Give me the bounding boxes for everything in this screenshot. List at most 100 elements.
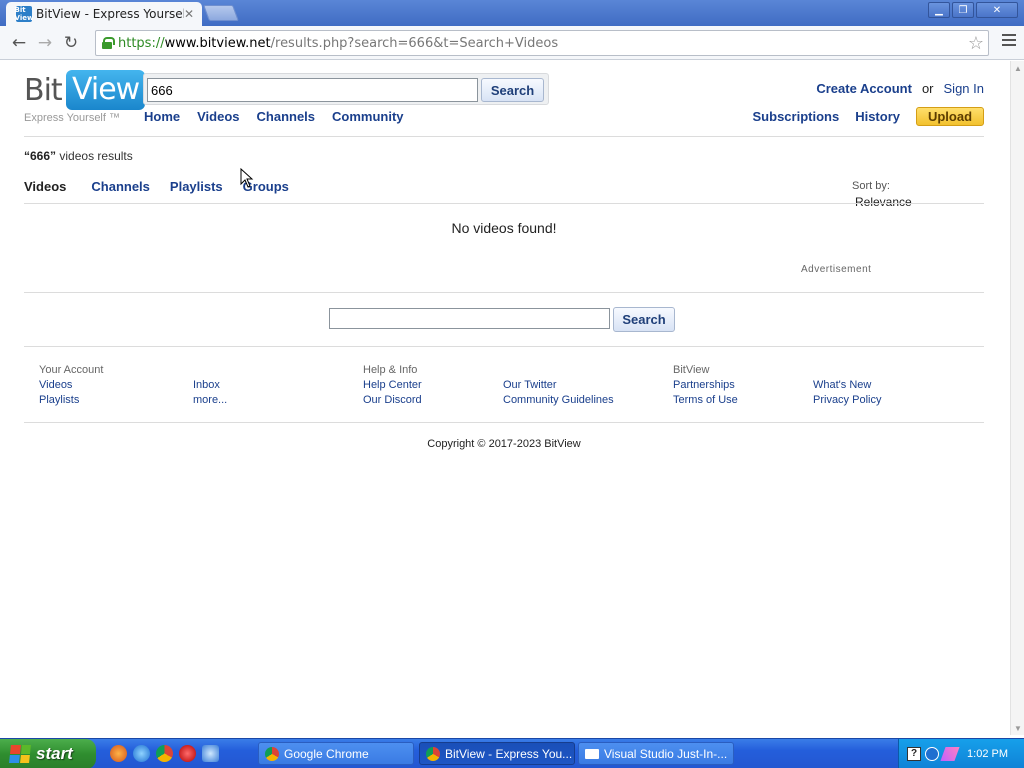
- footer-top-divider: [24, 346, 984, 347]
- history-link[interactable]: History: [855, 109, 900, 124]
- footer-link-partnerships[interactable]: Partnerships: [673, 378, 738, 393]
- page-scrollbar[interactable]: ▲ ▼: [1010, 61, 1024, 735]
- footer-link-videos[interactable]: Videos: [39, 378, 103, 393]
- copyright-text: Copyright © 2017-2023 BitView: [427, 438, 581, 450]
- bottom-search-button[interactable]: Search: [613, 307, 675, 332]
- start-label: start: [36, 744, 73, 763]
- tab-close-icon[interactable]: ✕: [184, 7, 194, 21]
- system-tray: ? 1:02 PM: [898, 739, 1024, 768]
- scroll-up-icon[interactable]: ▲: [1011, 61, 1024, 75]
- results-suffix: videos results: [59, 149, 133, 163]
- bitview-favicon-icon: Bit View: [14, 6, 34, 22]
- bitview-logo[interactable]: Bit View Express Yourself ™: [24, 69, 146, 125]
- start-button[interactable]: start: [0, 739, 96, 768]
- footer-link-guidelines[interactable]: Community Guidelines: [503, 393, 614, 408]
- taskbar-item-visual-studio[interactable]: Visual Studio Just-In-...: [578, 742, 734, 765]
- clock: 1:02 PM: [967, 748, 1008, 760]
- reload-icon[interactable]: ↻: [58, 30, 84, 56]
- upload-button[interactable]: Upload: [916, 107, 984, 126]
- pen-icon[interactable]: [940, 747, 960, 761]
- nav-home[interactable]: Home: [144, 109, 180, 124]
- results-heading: “666” videos results: [24, 149, 133, 163]
- restore-icon[interactable]: ❐: [952, 2, 974, 18]
- footer-account-col1: Your Account Videos Playlists: [39, 363, 103, 408]
- user-nav: Subscriptions History Upload: [753, 107, 984, 126]
- results-divider: [24, 292, 984, 293]
- window-icon: [585, 748, 599, 759]
- chrome-icon: [265, 746, 279, 761]
- footer-link-playlists[interactable]: Playlists: [39, 393, 103, 408]
- footer-link-privacy[interactable]: Privacy Policy: [813, 393, 881, 408]
- footer-bitview-col1: BitView Partnerships Terms of Use: [673, 363, 738, 408]
- address-bar[interactable]: https:// www.bitview.net /results.php?se…: [95, 30, 989, 56]
- help-icon[interactable]: ?: [907, 747, 921, 761]
- footer-help-col2: Our Twitter Community Guidelines: [503, 378, 614, 408]
- tabs-divider: [24, 203, 984, 204]
- task-label: Visual Studio Just-In-...: [604, 746, 728, 761]
- internet-explorer-icon[interactable]: [133, 745, 150, 762]
- page-viewport: Bit View Express Yourself ™ Search Home …: [0, 61, 1024, 735]
- logo-tagline: Express Yourself ™: [24, 112, 120, 124]
- logo-bit-text: Bit: [24, 73, 63, 108]
- footer-heading-help: Help & Info: [363, 364, 418, 376]
- nav-videos[interactable]: Videos: [197, 109, 239, 124]
- results-query: “666”: [24, 149, 57, 163]
- opera-icon[interactable]: [179, 745, 196, 762]
- search-button[interactable]: Search: [481, 78, 544, 102]
- url-scheme: https://: [118, 35, 165, 51]
- sign-in-link[interactable]: Sign In: [944, 81, 984, 96]
- tray-arrow-icon[interactable]: [925, 747, 939, 761]
- bottom-search-input[interactable]: [329, 308, 610, 329]
- footer-link-inbox[interactable]: Inbox: [193, 378, 227, 393]
- logo-view-text: View: [66, 70, 146, 110]
- sort-label: Sort by:: [852, 180, 890, 192]
- footer-heading-bitview: BitView: [673, 364, 710, 376]
- quick-launch: [110, 745, 219, 762]
- footer-heading-account: Your Account: [39, 364, 104, 376]
- url-host: www.bitview.net: [164, 35, 271, 51]
- windows-flag-icon: [9, 745, 31, 763]
- firefox-icon[interactable]: [110, 745, 127, 762]
- chrome-icon[interactable]: [156, 745, 173, 762]
- footer-bitview-col2: What's New Privacy Policy: [813, 378, 881, 408]
- show-desktop-icon[interactable]: [202, 745, 219, 762]
- sort-select[interactable]: Relevance: [855, 195, 912, 209]
- url-path: /results.php?search=666&t=Search+Videos: [270, 35, 559, 51]
- tab-videos[interactable]: Videos: [24, 179, 66, 194]
- browser-tab[interactable]: Bit View BitView - Express Yourself. ✕: [6, 2, 202, 26]
- footer-link-whats-new[interactable]: What's New: [813, 378, 881, 393]
- create-account-link[interactable]: Create Account: [816, 81, 912, 96]
- nav-channels[interactable]: Channels: [257, 109, 316, 124]
- browser-titlebar: Bit View BitView - Express Yourself. ✕ ▁…: [0, 0, 1024, 26]
- tab-playlists[interactable]: Playlists: [170, 179, 223, 194]
- footer-bottom-divider: [24, 422, 984, 423]
- search-input[interactable]: [147, 78, 478, 102]
- footer-link-twitter[interactable]: Our Twitter: [503, 378, 614, 393]
- chrome-icon: [426, 746, 440, 761]
- taskbar-item-bitview[interactable]: BitView - Express You...: [419, 742, 575, 765]
- window-controls: ▁ ❐ ✕: [928, 2, 1018, 18]
- footer-link-discord[interactable]: Our Discord: [363, 393, 422, 408]
- task-label: BitView - Express You...: [445, 746, 573, 761]
- forward-arrow-icon[interactable]: →: [32, 30, 58, 56]
- footer-link-terms[interactable]: Terms of Use: [673, 393, 738, 408]
- nav-community[interactable]: Community: [332, 109, 404, 124]
- tab-channels[interactable]: Channels: [91, 179, 150, 194]
- close-icon[interactable]: ✕: [976, 2, 1018, 18]
- advertisement-label: Advertisement: [801, 264, 872, 275]
- new-tab-button[interactable]: [203, 5, 239, 21]
- footer-help-col1: Help & Info Help Center Our Discord: [363, 363, 422, 408]
- back-arrow-icon[interactable]: ←: [6, 30, 32, 56]
- scroll-down-icon[interactable]: ▼: [1011, 721, 1024, 735]
- bookmark-star-icon[interactable]: ☆: [968, 33, 984, 54]
- subscriptions-link[interactable]: Subscriptions: [753, 109, 840, 124]
- empty-message: No videos found!: [451, 220, 557, 236]
- footer-link-help-center[interactable]: Help Center: [363, 378, 422, 393]
- windows-taskbar: start Google Chrome BitView - Express Yo…: [0, 738, 1024, 768]
- footer-link-more[interactable]: more...: [193, 393, 227, 408]
- footer-account-col2: Inbox more...: [193, 378, 227, 408]
- or-text: or: [921, 81, 934, 96]
- taskbar-item-google-chrome[interactable]: Google Chrome: [258, 742, 414, 765]
- chrome-menu-icon[interactable]: [1002, 34, 1016, 49]
- minimize-icon[interactable]: ▁: [928, 2, 950, 18]
